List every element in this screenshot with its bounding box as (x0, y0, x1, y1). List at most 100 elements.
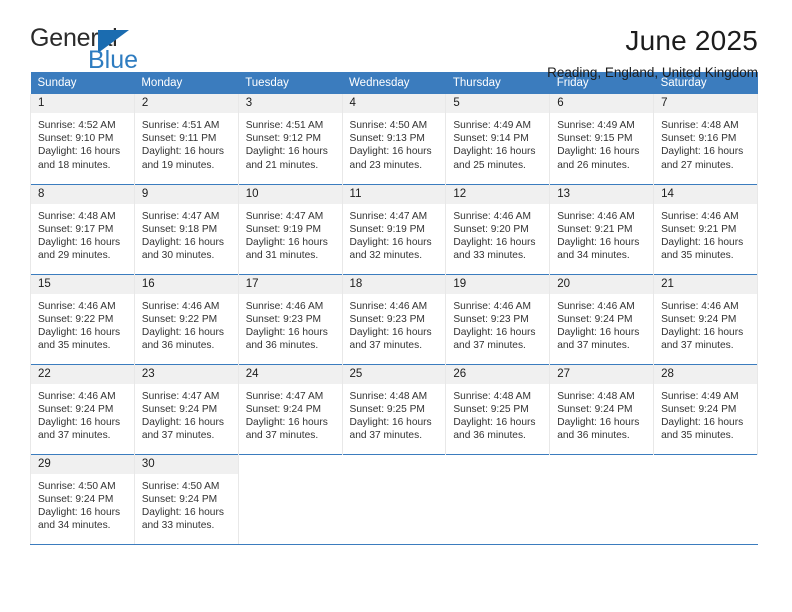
day-details: Sunrise: 4:46 AM Sunset: 9:22 PM Daylight:… (31, 294, 134, 353)
sunrise-time: Sunrise: 4:49 AM (557, 120, 635, 131)
sunrise-time: Sunrise: 4:46 AM (38, 390, 116, 402)
calendar-day-cell[interactable]: 15 Sunrise: 4:46 AM Sunset: 9:22 PM Dayligh… (30, 273, 135, 364)
calendar-week-row: 15 Sunrise: 4:46 AM Sunset: 9:22 PM Dayligh… (30, 273, 758, 364)
calendar-day-cell[interactable]: 30 Sunrise: 4:50 AM Sunset: 9:24 PM Dayligh… (133, 453, 239, 544)
daylight-duration-line1: Daylight: 16 hours (661, 416, 744, 428)
calendar-day-cell[interactable]: 8 Sunrise: 4:48 AM Sunset: 9:17 PM Daylight… (30, 183, 135, 274)
sunrise-time: Sunrise: 4:52 AM (38, 120, 116, 131)
daylight-duration-line1: Daylight: 16 hours (141, 326, 224, 338)
calendar-day-cell[interactable]: 1 Sunrise: 4:52 AM Sunset: 9:10 PM Daylight… (30, 94, 135, 184)
sunrise-time: Sunrise: 4:50 AM (38, 480, 116, 492)
sunrise-time: Sunrise: 4:46 AM (245, 300, 324, 312)
daylight-duration-line2: and 33 minutes. (141, 520, 215, 532)
sunset-time: Sunset: 9:24 PM (38, 493, 114, 505)
day-details: Sunrise: 4:52 AM Sunset: 9:10 PM Daylight:… (31, 113, 134, 172)
daylight-duration-line1: Daylight: 16 hours (245, 236, 328, 248)
calendar-day-cell[interactable]: 23 Sunrise: 4:47 AM Sunset: 9:24 PM Dayligh… (133, 363, 239, 454)
daylight-duration-line2: and 36 minutes. (453, 430, 526, 442)
day-number (446, 455, 549, 474)
calendar-day-cell[interactable]: 17 Sunrise: 4:46 AM Sunset: 9:23 PM Dayligh… (237, 273, 343, 364)
day-number: 11 (342, 184, 446, 204)
day-details: Sunrise: 4:48 AM Sunset: 9:17 PM Daylight:… (31, 204, 134, 263)
sunset-time: Sunset: 9:24 PM (245, 403, 322, 415)
calendar-day-cell[interactable]: 12 Sunrise: 4:46 AM Sunset: 9:20 PM Dayligh… (445, 183, 551, 274)
day-details: Sunrise: 4:46 AM Sunset: 9:23 PM Daylight:… (343, 294, 446, 353)
sunset-time: Sunset: 9:22 PM (141, 313, 218, 325)
day-number: 8 (31, 184, 134, 204)
calendar-day-cell[interactable]: 18 Sunrise: 4:46 AM Sunset: 9:23 PM Dayligh… (341, 273, 447, 364)
daylight-duration-line1: Daylight: 16 hours (245, 326, 328, 338)
calendar-day-cell[interactable]: 5 Sunrise: 4:49 AM Sunset: 9:14 PM Daylight… (445, 94, 551, 184)
day-number: 6 (550, 94, 654, 113)
sunset-time: Sunset: 9:19 PM (245, 223, 322, 235)
day-number: 13 (550, 184, 654, 204)
calendar-day-cell[interactable]: 2 Sunrise: 4:51 AM Sunset: 9:11 PM Daylight… (133, 94, 239, 184)
day-number: 19 (446, 274, 550, 294)
sunrise-time: Sunrise: 4:46 AM (141, 300, 220, 312)
sunset-time: Sunset: 9:24 PM (141, 403, 218, 415)
daylight-duration-line2: and 25 minutes. (453, 159, 526, 171)
calendar-day-cell[interactable]: 28 Sunrise: 4:49 AM Sunset: 9:24 PM Dayligh… (653, 363, 758, 454)
sunset-time: Sunset: 9:24 PM (38, 403, 114, 415)
day-number: 2 (134, 94, 238, 113)
calendar-day-cell[interactable]: 22 Sunrise: 4:46 AM Sunset: 9:24 PM Dayligh… (30, 363, 135, 454)
sunrise-time: Sunrise: 4:46 AM (557, 210, 635, 222)
sunset-time: Sunset: 9:20 PM (453, 223, 529, 235)
sunset-time: Sunset: 9:24 PM (661, 403, 737, 415)
day-details: Sunrise: 4:47 AM Sunset: 9:19 PM Daylight:… (343, 204, 446, 263)
calendar-day-cell[interactable]: 19 Sunrise: 4:46 AM Sunset: 9:23 PM Dayligh… (445, 273, 551, 364)
calendar-day-cell[interactable]: 25 Sunrise: 4:48 AM Sunset: 9:25 PM Dayligh… (341, 363, 447, 454)
daylight-duration-line1: Daylight: 16 hours (38, 236, 121, 248)
calendar-day-cell[interactable]: 20 Sunrise: 4:46 AM Sunset: 9:24 PM Dayligh… (549, 273, 655, 364)
calendar-day-cell[interactable]: 14 Sunrise: 4:46 AM Sunset: 9:21 PM Dayligh… (653, 183, 758, 274)
day-number: 26 (446, 364, 550, 384)
sunset-time: Sunset: 9:23 PM (453, 313, 529, 325)
calendar-day-cell[interactable]: 16 Sunrise: 4:46 AM Sunset: 9:22 PM Dayligh… (133, 273, 239, 364)
calendar-day-cell[interactable]: 9 Sunrise: 4:47 AM Sunset: 9:18 PM Daylight… (133, 183, 239, 274)
calendar-day-cell[interactable]: 21 Sunrise: 4:46 AM Sunset: 9:24 PM Dayligh… (653, 273, 758, 364)
day-details: Sunrise: 4:49 AM Sunset: 9:24 PM Daylight:… (654, 384, 757, 443)
calendar-day-cell[interactable]: 13 Sunrise: 4:46 AM Sunset: 9:21 PM Dayligh… (549, 183, 655, 274)
sunrise-time: Sunrise: 4:47 AM (141, 390, 220, 402)
day-details: Sunrise: 4:48 AM Sunset: 9:25 PM Daylight:… (343, 384, 446, 443)
calendar-day-cell[interactable]: 10 Sunrise: 4:47 AM Sunset: 9:19 PM Dayligh… (237, 183, 343, 274)
calendar-body: 1 Sunrise: 4:52 AM Sunset: 9:10 PM Daylight… (30, 94, 758, 544)
sunset-time: Sunset: 9:18 PM (141, 223, 218, 235)
calendar-day-cell[interactable]: 6 Sunrise: 4:49 AM Sunset: 9:15 PM Daylight… (549, 94, 655, 184)
calendar-week-row: 22 Sunrise: 4:46 AM Sunset: 9:24 PM Dayligh… (30, 363, 758, 454)
calendar-day-cell[interactable]: 26 Sunrise: 4:48 AM Sunset: 9:25 PM Dayligh… (445, 363, 551, 454)
daylight-duration-line2: and 35 minutes. (661, 430, 734, 442)
day-number: 7 (654, 94, 757, 113)
sunrise-sunset-calendar-table: Sunday Monday Tuesday Wednesday Thursday… (30, 72, 758, 544)
calendar-day-cell[interactable]: 4 Sunrise: 4:50 AM Sunset: 9:13 PM Daylight… (341, 94, 447, 184)
sunset-time: Sunset: 9:22 PM (38, 313, 114, 325)
daylight-duration-line2: and 34 minutes. (38, 520, 111, 532)
calendar-day-cell[interactable]: 29 Sunrise: 4:50 AM Sunset: 9:24 PM Dayligh… (30, 453, 135, 544)
calendar-day-cell[interactable]: 11 Sunrise: 4:47 AM Sunset: 9:19 PM Dayligh… (341, 183, 447, 274)
daylight-duration-line1: Daylight: 16 hours (141, 146, 224, 158)
day-number: 1 (31, 94, 134, 113)
calendar-day-cell[interactable]: 7 Sunrise: 4:48 AM Sunset: 9:16 PM Daylight… (653, 94, 758, 184)
day-number (239, 455, 342, 474)
daylight-duration-line1: Daylight: 16 hours (245, 146, 328, 158)
daylight-duration-line2: and 34 minutes. (557, 250, 630, 262)
sunset-time: Sunset: 9:19 PM (349, 223, 425, 235)
day-number: 15 (31, 274, 134, 294)
sunrise-time: Sunrise: 4:46 AM (453, 300, 531, 312)
calendar-day-cell[interactable]: 3 Sunrise: 4:51 AM Sunset: 9:12 PM Daylight… (237, 94, 343, 184)
sunset-time: Sunset: 9:14 PM (453, 133, 529, 145)
daylight-duration-line2: and 37 minutes. (453, 340, 526, 352)
daylight-duration-line1: Daylight: 16 hours (453, 416, 536, 428)
day-details: Sunrise: 4:46 AM Sunset: 9:21 PM Daylight:… (654, 204, 757, 263)
daylight-duration-line1: Daylight: 16 hours (38, 506, 121, 518)
page-header: General Blue June 2025 Reading, England,… (0, 0, 792, 81)
sunset-time: Sunset: 9:24 PM (141, 493, 218, 505)
calendar-bottom-rule (30, 544, 758, 545)
daylight-duration-line1: Daylight: 16 hours (557, 236, 640, 248)
sunrise-time: Sunrise: 4:46 AM (661, 300, 739, 312)
calendar-day-cell[interactable]: 27 Sunrise: 4:48 AM Sunset: 9:24 PM Dayligh… (549, 363, 655, 454)
general-blue-logo[interactable]: General Blue (30, 26, 180, 80)
daylight-duration-line1: Daylight: 16 hours (557, 416, 640, 428)
sunset-time: Sunset: 9:13 PM (349, 133, 425, 145)
calendar-day-cell[interactable]: 24 Sunrise: 4:47 AM Sunset: 9:24 PM Dayligh… (237, 363, 343, 454)
